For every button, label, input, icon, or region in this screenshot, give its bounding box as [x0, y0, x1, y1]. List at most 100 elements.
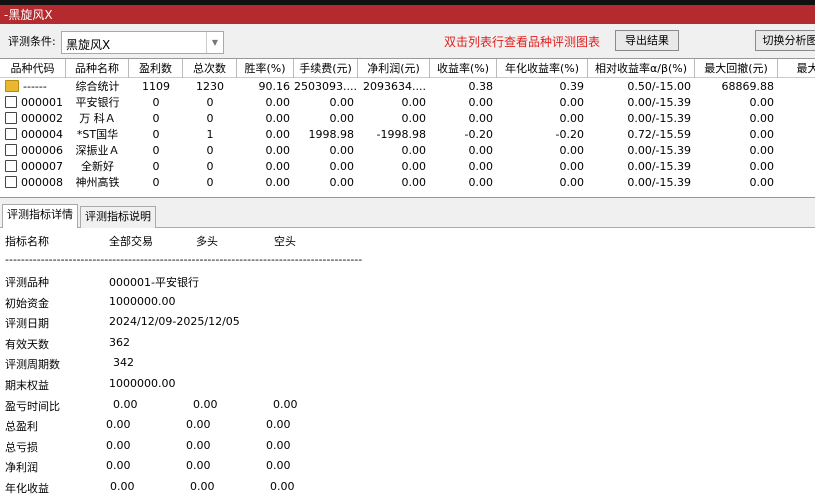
cell-text: 0.00 [749, 160, 775, 173]
table-cell: 0.00/-15.39 [588, 111, 695, 127]
chevron-down-icon[interactable]: ▼ [206, 32, 223, 53]
table-row[interactable]: ------ 综合统计 1109 1230 90.16 2503093.... 209363… [0, 79, 815, 95]
document-icon [5, 160, 17, 172]
column-header[interactable]: 手续费(元) [294, 59, 358, 78]
table-cell: 0.39 [497, 79, 588, 95]
table-cell: 68869.88 [695, 79, 778, 95]
cell-text: 0.38 [468, 80, 494, 93]
cell-text: 0.00 [329, 112, 355, 125]
table-row[interactable]: 000006 深振业Ａ 0 0 0.00 0.00 0.00 0.00 0.00 0.00/-15… [0, 143, 815, 159]
cell-text: 0 [206, 160, 214, 173]
cell-text: 000002 [21, 112, 63, 125]
table-cell: 0.00 [294, 95, 358, 111]
indicator-name: 盈亏时间比 [5, 399, 60, 413]
table-header: 品种代码 品种名称 盈利数 总次数 胜率(%) 手续费(元) 净利润(元) 收益率(%) 年化收… [0, 59, 815, 78]
table-cell: 0.00 [430, 95, 497, 111]
tab-indicator-details[interactable]: 评测指标详情 [2, 204, 78, 229]
tab-indicator-explanation[interactable]: 评测指标说明 [80, 206, 156, 228]
indicator-value: 362 [109, 335, 130, 349]
cell-text: 0 [206, 144, 214, 157]
indicator-name: 评测日期 [5, 317, 49, 331]
cell-text: 0.72/-15.59 [627, 128, 691, 141]
column-header[interactable]: 品种代码 [0, 59, 66, 78]
export-button[interactable]: 导出结果 [615, 30, 679, 51]
table-cell: -0.20 [497, 127, 588, 143]
column-header[interactable]: 最大回撤(元) [695, 59, 778, 78]
table-row[interactable]: 000007 全新好 0 0 0.00 0.00 0.00 0.00 0.00 0.00/-15.… [0, 159, 815, 175]
cell-text: 0.00/-15.39 [627, 96, 691, 109]
table-cell: 0.00 [430, 111, 497, 127]
cell-text: 0.00/-15.39 [627, 112, 691, 125]
cell-text: 0.00/-15.39 [627, 160, 691, 173]
cell-text: -1998.98 [376, 128, 426, 141]
table-cell: 0 [183, 95, 237, 111]
condition-value: 黑旋风X [66, 38, 111, 52]
indicator-value: 0.00 [186, 438, 211, 452]
column-header[interactable]: 盈利数 [129, 59, 183, 78]
title-bar: -黑旋风X [0, 5, 815, 24]
indicator-value: 0.00 [273, 397, 298, 411]
cell-text: 0.00 [265, 160, 291, 173]
table-cell: 000002 [0, 111, 66, 127]
column-header[interactable]: 最大 [778, 59, 815, 78]
table-cell: 000004 [0, 127, 66, 143]
column-header[interactable]: 相对收益率α/β(%) [588, 59, 695, 78]
table-row[interactable]: 000004 *ST国华 0 1 0.00 1998.98 -1998.98 -0.20 -0.… [0, 127, 815, 143]
table-row[interactable]: 000002 万 科Ａ 0 0 0.00 0.00 0.00 0.00 0.00 0.00/-15… [0, 111, 815, 127]
cell-text: -0.20 [464, 128, 493, 141]
table-cell: 0 [183, 143, 237, 159]
table-cell: 000008 [0, 175, 66, 191]
table-cell: 1109 [129, 79, 183, 95]
cell-text: -0.20 [555, 128, 584, 141]
table-cell: 0.00 [497, 111, 588, 127]
indicator-name: 年化收益 [5, 482, 49, 495]
table-cell: 0.00 [497, 175, 588, 191]
indicator-name: 总盈利 [5, 420, 38, 434]
cell-text: 0.00 [329, 96, 355, 109]
table-cell: ------ [0, 79, 66, 95]
indicator-name: 评测周期数 [5, 358, 60, 372]
indicator-value: 0.00 [106, 459, 131, 473]
table-cell: 0.00 [497, 95, 588, 111]
cell-text: 深振业Ａ [75, 144, 120, 157]
cell-text: 万 科Ａ [79, 112, 116, 125]
cell-text: 0.00 [265, 144, 291, 157]
condition-select[interactable]: 黑旋风X ▼ [61, 31, 224, 54]
cell-text: 0 [152, 176, 160, 189]
cell-text: 0.00 [559, 96, 585, 109]
table-cell: 0.50/-15.00 [588, 79, 695, 95]
indicator-name: 初始资金 [5, 296, 49, 310]
indicator-value: 0.00 [186, 418, 211, 432]
indicator-value: 0.00 [266, 438, 291, 452]
column-header[interactable]: 净利润(元) [358, 59, 430, 78]
table-cell: 0.00 [695, 159, 778, 175]
cell-text: 0.00 [401, 112, 427, 125]
indicator-value: 0.00 [266, 418, 291, 432]
column-header[interactable]: 胜率(%) [237, 59, 294, 78]
detail-column-header: 多头 [196, 235, 218, 248]
detail-tabs: 评测指标详情 评测指标说明 [0, 204, 815, 229]
column-header[interactable]: 收益率(%) [430, 59, 497, 78]
table-cell: 0.38 [430, 79, 497, 95]
table-cell: 0.00 [430, 159, 497, 175]
table-cell: 0.00 [695, 95, 778, 111]
column-header[interactable]: 总次数 [183, 59, 237, 78]
cell-text: 0.00 [749, 176, 775, 189]
switch-chart-button[interactable]: 切换分析图 [755, 30, 815, 51]
cell-text: 0.00/-15.39 [627, 144, 691, 157]
table-cell: 0.00 [237, 127, 294, 143]
table-cell: 0 [129, 127, 183, 143]
indicator-value: 342 [113, 356, 134, 370]
detail-column-header: 空头 [274, 235, 296, 248]
results-table[interactable]: 品种代码 品种名称 盈利数 总次数 胜率(%) 手续费(元) 净利润(元) 收益率(%) 年化收… [0, 58, 815, 198]
column-header[interactable]: 品种名称 [66, 59, 129, 78]
table-row[interactable]: 000008 神州高铁 0 0 0.00 0.00 0.00 0.00 0.00 0.00/-15… [0, 175, 815, 191]
indicator-value: 0.00 [186, 459, 211, 473]
table-cell: -0.20 [430, 127, 497, 143]
table-cell: 0.00 [358, 175, 430, 191]
table-cell: 0 [183, 159, 237, 175]
cell-text: 0.50/-15.00 [627, 80, 691, 93]
column-header[interactable]: 年化收益率(%) [497, 59, 588, 78]
table-row[interactable]: 000001 平安银行 0 0 0.00 0.00 0.00 0.00 0.00 0.00/-15… [0, 95, 815, 111]
table-cell: 0 [183, 111, 237, 127]
